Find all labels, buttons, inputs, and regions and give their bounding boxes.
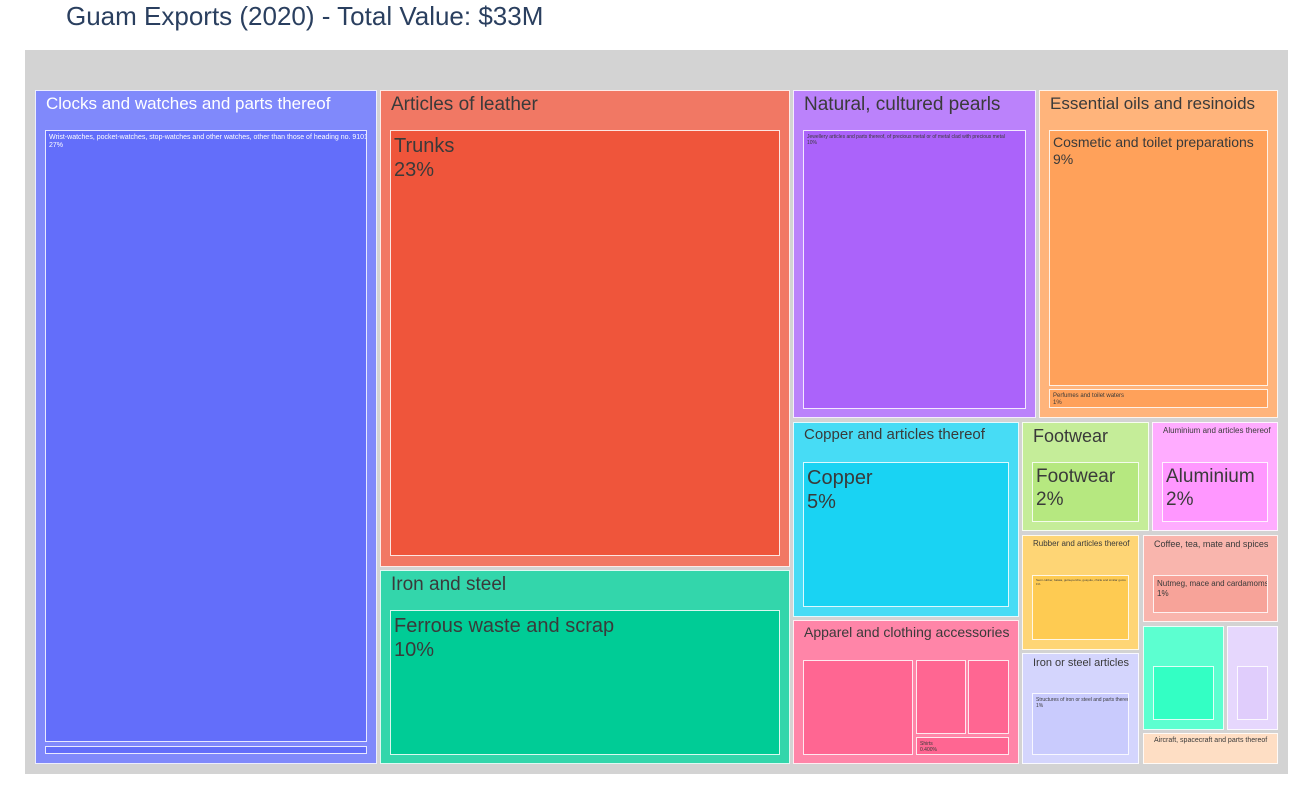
treemap-leaf-perfumes-and-toilet-waters[interactable]: Perfumes and toilet waters 1% [1049, 389, 1268, 408]
leaf-name: Jewellery articles and parts thereof, of… [807, 134, 1005, 140]
group-label: Articles of leather [391, 94, 538, 117]
group-label: Clocks and watches and parts thereof [46, 94, 330, 114]
group-name: Clocks and watches and parts thereof [46, 94, 331, 113]
leaf-name: Perfumes and toilet waters [1053, 393, 1125, 399]
leaf-share: 10% [807, 140, 818, 146]
leaf-label: Copper 5% [807, 466, 873, 514]
treemap-leaf-unnamed[interactable] [916, 660, 966, 734]
leaf-label: Jewellery articles and parts thereof, of… [807, 134, 1005, 146]
group-label: Footwear [1033, 426, 1108, 448]
leaf-share: 10% [394, 639, 435, 661]
group-name: Iron or steel articles [1033, 657, 1129, 669]
leaf-share: 1% [1036, 581, 1041, 586]
group-name: Aircraft, spacecraft and parts thereof [1154, 737, 1268, 744]
group-name: Articles of leather [391, 94, 538, 115]
treemap-leaf-unnamed[interactable] [803, 660, 913, 755]
treemap-leaf-unnamed[interactable] [45, 746, 367, 754]
treemap-leaf-copper[interactable]: Copper 5% [803, 462, 1009, 607]
leaf-share: 0.400% [920, 747, 937, 753]
leaf-name: Structures of iron or steel and parts th… [1036, 697, 1129, 703]
leaf-label: Wrist-watches, pocket-watches, stop-watc… [49, 134, 367, 151]
group-label: Iron and steel [391, 574, 506, 597]
treemap-leaf-aluminium[interactable]: Aluminium 2% [1162, 462, 1268, 522]
group-label: Rubber and articles thereof [1033, 539, 1130, 549]
leaf-label: Footwear 2% [1036, 466, 1115, 512]
treemap-leaf-trunks[interactable]: Trunks 23% [390, 130, 780, 556]
leaf-name: Copper [807, 467, 873, 489]
group-name: Essential oils and resinoids [1050, 94, 1256, 113]
leaf-name: Trunks [394, 135, 455, 157]
group-name: Coffee, tea, mate and spices [1154, 539, 1269, 549]
group-name: Natural, cultured pearls [804, 94, 1001, 115]
treemap-plot-area: Clocks and watches and parts thereof Wris… [25, 50, 1288, 774]
group-name: Rubber and articles thereof [1033, 539, 1130, 548]
group-label: Apparel and clothing accessories [804, 624, 1009, 641]
leaf-label: Shirts 0.400% [920, 741, 937, 753]
leaf-label: Cosmetic and toilet preparations 9% [1053, 134, 1254, 168]
leaf-name: Ferrous waste and scrap [394, 615, 615, 637]
treemap-leaf-unnamed[interactable] [1237, 666, 1268, 720]
leaf-name: Semi-rubber, balata, gutta-percha, guayu… [1036, 578, 1126, 582]
group-name: Apparel and clothing accessories [804, 624, 1010, 640]
treemap-leaf-unnamed[interactable] [1153, 666, 1214, 720]
treemap-leaf-cosmetic-and-toilet-preparations[interactable]: Cosmetic and toilet preparations 9% [1049, 130, 1268, 386]
group-label: Aluminium and articles thereof [1163, 426, 1271, 436]
treemap-leaf-nutmeg-mace-and-cardamoms[interactable]: Nutmeg, mace and cardamoms 1% [1153, 575, 1268, 613]
treemap-leaf-wrist-watches-pocket-watches-stop-watche[interactable]: Wrist-watches, pocket-watches, stop-watc… [45, 130, 367, 742]
group-name: Aluminium and articles thereof [1163, 426, 1271, 435]
leaf-share: 9% [1053, 150, 1074, 167]
leaf-share: 23% [394, 159, 435, 181]
treemap-leaf-structures-of-iron-or-steel-and-parts-th[interactable]: Structures of iron or steel and parts th… [1032, 693, 1129, 755]
leaf-name: Cosmetic and toilet preparations [1053, 134, 1254, 150]
leaf-name: Nutmeg, mace and cardamoms [1157, 579, 1268, 588]
leaf-name: Aluminium [1166, 466, 1255, 487]
treemap-group-aircraft-spacecraft-and-parts-thereof[interactable]: Aircraft, spacecraft and parts thereof [1143, 733, 1278, 764]
group-label: Aircraft, spacecraft and parts thereof [1154, 737, 1267, 745]
leaf-share: 27% [49, 142, 64, 150]
group-label: Coffee, tea, mate and spices [1154, 539, 1268, 550]
treemap-leaf-ferrous-waste-and-scrap[interactable]: Ferrous waste and scrap 10% [390, 610, 780, 755]
leaf-share: 2% [1036, 488, 1064, 510]
leaf-label: Perfumes and toilet waters 1% [1053, 393, 1124, 407]
leaf-share: 1% [1036, 703, 1044, 709]
group-label: Iron or steel articles [1033, 657, 1129, 670]
group-name: Iron and steel [391, 574, 507, 595]
leaf-share: 1% [1157, 588, 1169, 598]
leaf-label: Nutmeg, mace and cardamoms 1% [1157, 579, 1268, 598]
group-label: Copper and articles thereof [804, 426, 985, 444]
treemap-leaf-semi-rubber-balata-gutta-percha-guayule-[interactable]: Semi-rubber, balata, gutta-percha, guayu… [1032, 575, 1129, 640]
group-label: Natural, cultured pearls [804, 94, 1000, 117]
treemap-leaf-footwear[interactable]: Footwear 2% [1032, 462, 1139, 522]
leaf-label: Semi-rubber, balata, gutta-percha, guayu… [1036, 578, 1126, 586]
leaf-label: Structures of iron or steel and parts th… [1036, 697, 1129, 709]
chart-title: Guam Exports (2020) - Total Value: $33M [66, 1, 544, 31]
treemap-leaf-jewellery-articles-and-parts-thereof-of-[interactable]: Jewellery articles and parts thereof, of… [803, 130, 1026, 409]
group-name: Copper and articles thereof [804, 426, 985, 443]
leaf-label: Ferrous waste and scrap 10% [394, 614, 614, 662]
treemap-leaf-shirts[interactable]: Shirts 0.400% [916, 737, 1009, 755]
leaf-label: Trunks 23% [394, 134, 454, 182]
leaf-label: Aluminium 2% [1166, 466, 1255, 512]
group-name: Footwear [1033, 426, 1109, 446]
leaf-name: Footwear [1036, 466, 1116, 487]
leaf-share: 5% [807, 491, 836, 513]
group-label: Essential oils and resinoids [1050, 94, 1255, 114]
leaf-name: Wrist-watches, pocket-watches, stop-watc… [49, 134, 367, 141]
leaf-share: 2% [1166, 488, 1194, 510]
treemap-leaf-unnamed[interactable] [968, 660, 1009, 734]
leaf-share: 1% [1053, 400, 1062, 407]
